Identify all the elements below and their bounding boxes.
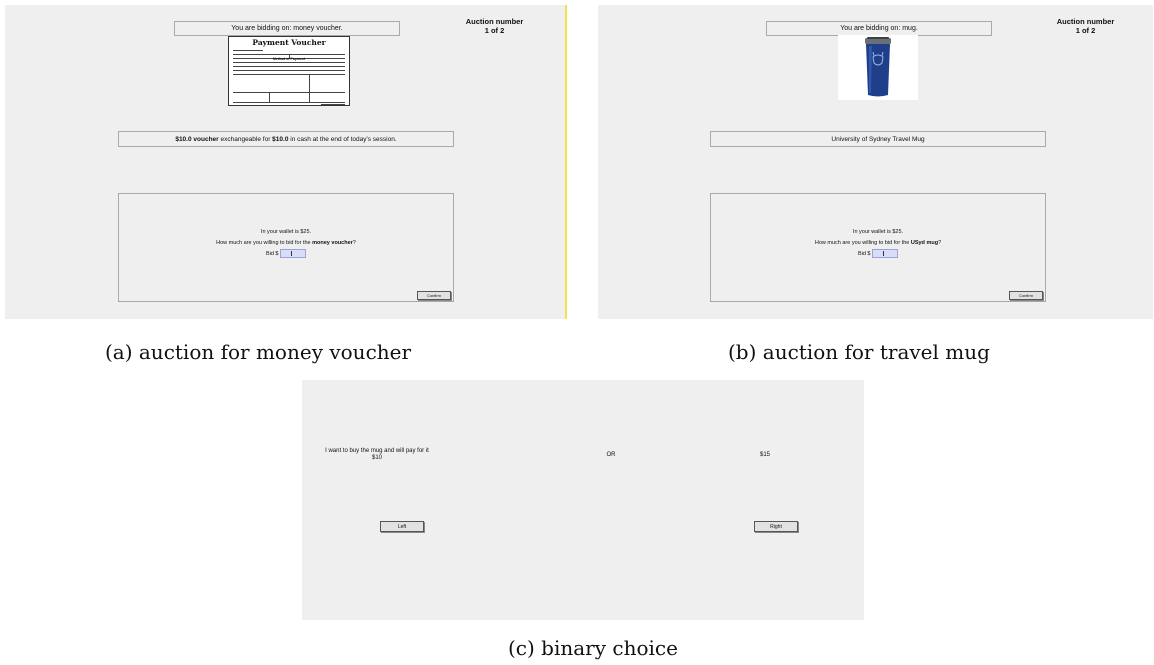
bid-label: Bid $: [857, 251, 871, 257]
bid-row: Bid $: [711, 249, 1045, 260]
voucher-image: Payment Voucher Method of Payment: [228, 36, 350, 106]
voucher-line: [233, 102, 345, 103]
description-suffix: in cash at the end of today's session.: [288, 135, 397, 143]
bid-input[interactable]: [280, 249, 307, 259]
bidding-on-text: You are bidding on: mug.: [840, 25, 918, 32]
voucher-amount-bold: $10.0 voucher: [175, 135, 219, 143]
bid-question: How much are you willing to bid for the …: [814, 240, 942, 246]
right-button[interactable]: Right: [754, 521, 798, 532]
bid-question: How much are you willing to bid for the …: [216, 240, 356, 246]
auction-number-value: 1 of 2: [1075, 26, 1096, 35]
right-option: $15: [759, 452, 770, 458]
or-label: OR: [606, 452, 616, 458]
auction-number-label: Auction number: [1056, 17, 1115, 26]
left-button[interactable]: Left: [380, 521, 424, 532]
confirm-button[interactable]: Confirm: [417, 291, 451, 300]
bid-label: Bid $: [265, 251, 279, 257]
left-option-line2: $10: [371, 455, 382, 461]
bidding-on-banner: You are bidding on: money voucher.: [174, 21, 400, 36]
mug-lid-top: [867, 37, 889, 39]
caption-b: (b) auction for travel mug: [728, 340, 990, 364]
wallet-text: In your wallet is $25.: [852, 229, 904, 235]
confirm-button[interactable]: Confirm: [1009, 291, 1043, 300]
item-description: University of Sydney Travel Mug: [831, 135, 925, 143]
bidding-on-text: You are bidding on: money voucher.: [231, 25, 343, 32]
auction-panel-mug: You are bidding on: mug. Auction number …: [598, 5, 1153, 319]
voucher-line: [309, 92, 310, 102]
bidding-on-banner: You are bidding on: mug.: [766, 21, 992, 36]
auction-number: Auction number 1 of 2: [1048, 17, 1123, 35]
wallet-text: In your wallet is $25.: [260, 229, 312, 235]
caption-c: (c) binary choice: [508, 636, 678, 660]
bid-item-bold: USyd mug: [910, 240, 939, 246]
voucher-line: [233, 62, 345, 63]
voucher-title: Payment Voucher: [252, 38, 326, 47]
item-description-banner: $10.0 voucher exchangeable for $10.0 in …: [118, 131, 454, 147]
cash-amount-bold: $10.0: [272, 135, 289, 143]
voucher-line: [309, 74, 310, 92]
bid-box: In your wallet is $25. How much are you …: [118, 193, 454, 302]
voucher-line: [233, 70, 345, 71]
bid-box: In your wallet is $25. How much are you …: [710, 193, 1046, 302]
voucher-line: [269, 92, 270, 102]
travel-mug-icon: [865, 37, 891, 97]
text-caret: [883, 251, 885, 257]
voucher-line: [233, 50, 263, 51]
description-middle: exchangeable for: [218, 135, 273, 143]
binary-choice-panel: I want to buy the mug and will pay for i…: [302, 380, 864, 620]
bid-input[interactable]: [872, 249, 899, 259]
voucher-section-heading: Method of Payment: [272, 57, 306, 61]
auction-number-label: Auction number: [465, 17, 524, 26]
mug-image: [838, 35, 918, 100]
auction-number: Auction number 1 of 2: [457, 17, 532, 35]
left-option: I want to buy the mug and will pay for i…: [312, 448, 442, 462]
auction-panel-voucher: You are bidding on: money voucher. Aucti…: [5, 5, 567, 319]
voucher-line: [233, 66, 345, 67]
left-option-line1: I want to buy the mug and will pay for i…: [325, 448, 429, 454]
voucher-line: [233, 74, 345, 75]
bid-item-bold: money voucher: [312, 240, 353, 246]
caption-a: (a) auction for money voucher: [105, 340, 412, 364]
item-description-banner: University of Sydney Travel Mug: [710, 131, 1046, 147]
voucher-line: [233, 92, 345, 93]
voucher-line: [321, 104, 345, 105]
bid-row: Bid $: [119, 249, 453, 260]
text-caret: [291, 251, 293, 257]
auction-number-value: 1 of 2: [484, 26, 505, 35]
